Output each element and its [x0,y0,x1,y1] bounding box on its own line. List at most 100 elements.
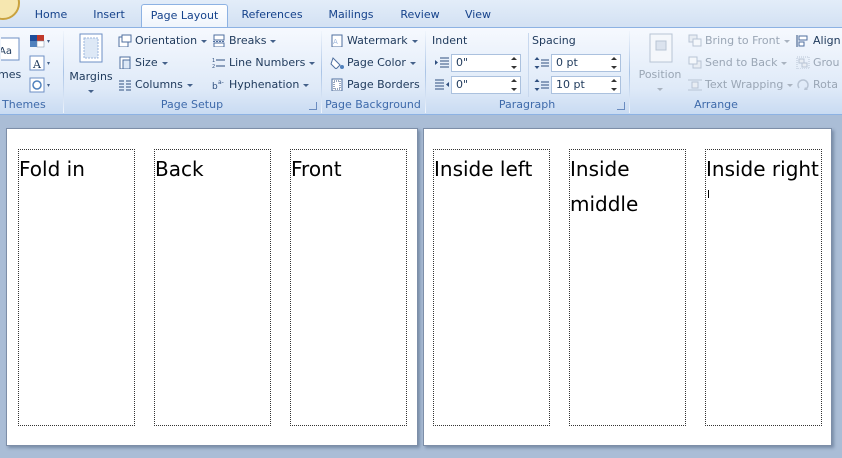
breaks-icon [213,34,225,47]
text-wrapping-button[interactable]: Text Wrapping [688,76,794,94]
align-button[interactable]: Align [796,32,841,50]
align-label: Align [813,34,841,47]
position-dropdown-icon [657,88,663,91]
rotate-button[interactable]: Rota [796,76,838,94]
tab-page-layout[interactable]: Page Layout [141,4,228,28]
send-to-back-button[interactable]: Send to Back [688,54,788,72]
panel-front-text[interactable]: Front [291,152,342,187]
margins-label: Margins [69,70,113,83]
svg-text:Aa: Aa [1,46,12,57]
themes-button[interactable]: Aa mes [0,36,22,81]
panel-inside-middle[interactable]: Inside middle [569,149,686,426]
page-setup-launcher-icon[interactable] [309,102,317,110]
group-button[interactable]: Grou [796,54,840,72]
line-numbers-button[interactable]: 1 2 Line Numbers [212,54,316,72]
rotate-label: Rota [813,78,838,91]
arrange-group: Position Bring to Front Send to Back Tex… [630,28,842,114]
theme-effects-button[interactable] [28,77,52,95]
paragraph-launcher-icon[interactable] [617,102,625,110]
tab-view[interactable]: View [458,6,498,26]
bring-to-front-dropdown-icon [783,39,790,43]
margins-button[interactable]: Margins [68,32,114,94]
indent-right-value: 0" [456,78,469,91]
spacing-before-spinner[interactable] [610,56,618,70]
svg-text:2: 2 [212,64,215,69]
ribbon: Aa mes A Themes Margins Orientation Size… [0,27,842,115]
columns-icon [119,80,131,90]
ribbon-tab-bar: Home Insert Page Layout References Maili… [0,0,842,28]
indent-left-value: 0" [456,56,469,69]
panel-fold-in[interactable]: Fold in [18,149,135,426]
spacing-after-spinner[interactable] [610,78,618,92]
margins-icon [79,33,103,63]
office-button[interactable] [0,0,20,20]
theme-fonts-button[interactable]: A [28,55,52,73]
size-button[interactable]: Size [118,54,168,72]
align-icon [796,34,808,47]
panel-fold-in-text[interactable]: Fold in [19,152,85,187]
orientation-dropdown-icon [201,39,208,43]
position-button[interactable]: Position [634,32,686,94]
page-background-group: A Watermark Page Color Page Borders Page … [322,28,424,114]
size-icon [119,56,131,69]
size-dropdown-icon [161,61,168,65]
text-wrapping-icon [688,79,702,90]
panel-inside-middle-text[interactable]: Inside middle [570,152,638,222]
group-icon [796,56,810,69]
spacing-before-value: 0 pt [556,56,578,69]
breaks-button[interactable]: Breaks [212,32,277,50]
indent-label: Indent [432,34,468,47]
paragraph-inner-separator [528,33,529,97]
indent-right-spinner[interactable] [510,78,518,92]
hyphenation-button[interactable]: b a- Hyphenation [212,76,310,94]
page-color-button[interactable]: Page Color [330,54,416,72]
indent-left-spinner[interactable] [510,56,518,70]
page-color-label: Page Color [347,56,406,69]
panel-back[interactable]: Back [154,149,271,426]
panel-inside-left-text[interactable]: Inside left [434,152,532,187]
tab-home[interactable]: Home [26,6,76,26]
document-workspace: Fold in Back Front Inside left Inside mi… [0,116,842,458]
page-borders-label: Page Borders [347,78,420,91]
tab-mailings[interactable]: Mailings [321,6,381,26]
position-label: Position [638,68,682,81]
page-setup-group: Margins Orientation Size Columns Breaks … [64,28,320,114]
columns-button[interactable]: Columns [118,76,193,94]
send-to-back-label: Send to Back [705,56,778,69]
tab-insert[interactable]: Insert [82,6,136,26]
panel-inside-right[interactable]: Inside right [705,149,822,426]
page-borders-button[interactable]: Page Borders [330,76,420,94]
document-page-2[interactable]: Inside left Inside middle Inside right [423,128,832,446]
document-page-1[interactable]: Fold in Back Front [6,128,418,446]
orientation-icon [118,34,132,47]
watermark-button[interactable]: A Watermark [330,32,418,50]
group-label: Grou [813,56,840,69]
themes-button-label: mes [0,68,22,81]
spacing-before-input[interactable]: 0 pt [551,54,621,72]
panel-inside-right-text[interactable]: Inside right [706,152,819,187]
page-setup-group-label: Page Setup [160,98,224,111]
indent-right-input[interactable]: 0" [451,76,521,94]
paragraph-group-label: Paragraph [498,98,556,111]
theme-fonts-icon: A [29,55,50,71]
panel-inside-left[interactable]: Inside left [433,149,550,426]
orientation-button[interactable]: Orientation [118,32,208,50]
indent-left-icon [435,57,449,68]
page-borders-icon [331,78,343,91]
tab-references[interactable]: References [236,6,308,26]
rotate-icon [797,78,809,90]
line-numbers-dropdown-icon [309,61,316,65]
spacing-after-value: 10 pt [556,78,585,91]
breaks-dropdown-icon [270,39,277,43]
bring-to-front-button[interactable]: Bring to Front [688,32,790,50]
theme-colors-button[interactable] [28,33,52,51]
spacing-after-input[interactable]: 10 pt [551,76,621,94]
watermark-icon: A [331,34,343,47]
panel-front[interactable]: Front [290,149,407,426]
panel-back-text[interactable]: Back [155,152,204,187]
tab-review[interactable]: Review [394,6,446,26]
indent-left-input[interactable]: 0" [451,54,521,72]
hyphenation-icon: b a- [212,79,224,91]
indent-right-icon [435,79,449,90]
text-wrapping-label: Text Wrapping [705,78,784,91]
